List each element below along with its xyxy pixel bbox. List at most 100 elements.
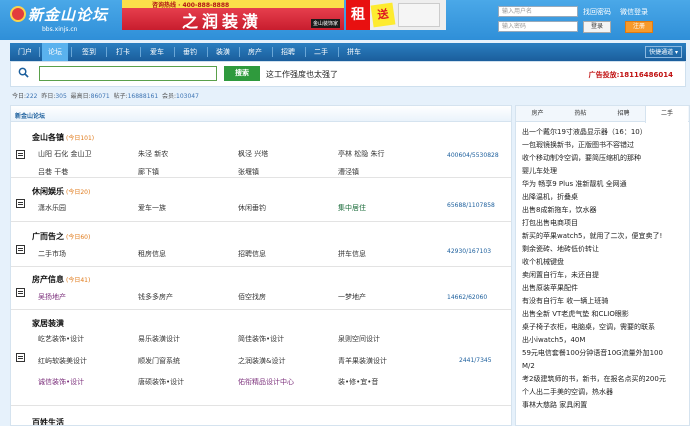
category-title[interactable]: 休闲娱乐 (今日20) <box>32 186 90 197</box>
category-title[interactable]: 家居装潢 <box>32 318 64 329</box>
nav-item-cars[interactable]: 爱车 <box>144 43 170 61</box>
subforum-link[interactable]: 唐硕装饰•设计 <box>138 377 184 387</box>
subforum-link[interactable]: 易乐装潢设计 <box>138 334 180 344</box>
banner-tag: 金山装饰家 <box>310 19 340 28</box>
subforum-link[interactable]: 一梦地产 <box>338 292 366 302</box>
nav-item-carpool[interactable]: 拼车 <box>341 43 367 61</box>
tab-jobs[interactable]: 招聘 <box>602 106 645 122</box>
subforum-link[interactable]: 装•修•宜•音 <box>338 377 378 387</box>
site-logo[interactable]: 新金山论坛 bbs.xinjs.cn <box>10 4 109 33</box>
side-list-item[interactable]: 华为 畅享9 Plus 准新靓机 全网通 <box>522 178 688 190</box>
search-input[interactable] <box>39 66 217 81</box>
side-list-item[interactable]: 59元电信套餐100分钟语音10G流量外加100 <box>522 347 688 359</box>
side-list-item[interactable]: 出一个戴尔19寸液晶显示器（16：10） <box>522 126 688 138</box>
side-list-item[interactable]: 收个机械键盘 <box>522 256 688 268</box>
side-panel: 房产 热帖 招聘 二手 出一个戴尔19寸液晶显示器（16：10） 一包瑕镜换新书… <box>515 105 690 426</box>
quick-nav-label: 快捷通道 <box>649 49 674 56</box>
subforum-link[interactable]: 亭林 松隐 朱行 <box>338 149 384 159</box>
subforum-link[interactable]: 钱多多房产 <box>138 292 173 302</box>
nav-item-realestate[interactable]: 房产 <box>242 43 268 61</box>
subforum-link[interactable]: 佰空找房 <box>238 292 266 302</box>
nav-item-decoration[interactable]: 装潢 <box>210 43 236 61</box>
side-list-item[interactable]: M/2 <box>522 360 688 372</box>
side-list-item[interactable]: 出小iwatch5，40M <box>522 334 688 346</box>
side-list-item[interactable]: 考2级建筑师的书，新书，在报名点买的200元 <box>522 373 688 385</box>
subforum-link[interactable]: 屹艺装饰•设计 <box>38 334 84 344</box>
header-ad-banner[interactable]: 咨询热线 · 400-888-8888 之润装潢 金山装饰家 <box>122 0 344 30</box>
nav-item-signin[interactable]: 签到 <box>76 43 102 61</box>
rental-ad-badge: 送 <box>370 2 396 28</box>
stat-members: 103047 <box>176 93 199 100</box>
side-list-item[interactable]: 婴儿车处理 <box>522 165 688 177</box>
subforum-link[interactable]: 漕泾镇 <box>338 167 359 177</box>
subforum-link[interactable]: 潇水乐园 <box>38 203 66 213</box>
rental-ad[interactable]: 租 送 <box>346 0 446 30</box>
tab-secondhand[interactable]: 二手 <box>645 106 688 123</box>
nav-item-jobs[interactable]: 招聘 <box>275 43 301 61</box>
side-list-item[interactable]: 桌子椅子衣柜，电脑桌，空调，需要的联系 <box>522 321 688 333</box>
side-list-item[interactable]: 个人出二手美的空调，热水器 <box>522 386 688 398</box>
nav-item-forum[interactable]: 论坛 <box>42 43 68 61</box>
category-title[interactable]: 金山各镇 (今日101) <box>32 132 94 143</box>
login-button[interactable]: 登录 <box>583 21 611 33</box>
forum-section-title[interactable]: 新金山论坛 <box>15 111 45 120</box>
tab-realestate[interactable]: 房产 <box>516 106 559 122</box>
subforum-link[interactable]: 枫泾 兴塔 <box>238 149 268 159</box>
side-list-item[interactable]: 剩余瓷砖、地砖低价转让 <box>522 243 688 255</box>
register-button[interactable]: 注册 <box>625 21 653 33</box>
wechat-login-link[interactable]: 微信登录 <box>620 7 648 17</box>
nav-item-portal[interactable]: 门户 <box>12 43 38 61</box>
subforum-link[interactable]: 之润装潢&设计 <box>238 356 285 366</box>
subforum-link[interactable]: 佑衔精品设计中心 <box>238 377 294 387</box>
subforum-link[interactable]: 红屿软装美设计 <box>38 356 87 366</box>
forum-category-row: 广而告之 (今日60) 二手市场 租房信息 招聘信息 拼车信息 42930/167… <box>11 223 511 267</box>
side-list-item[interactable]: 一包瑕镜换新书，正版图书不容错过 <box>522 139 688 151</box>
side-list-item[interactable]: 新买的苹果watch5，就用了二次，便宜卖了! <box>522 230 688 242</box>
logo-text: 新金山论坛 <box>28 6 109 24</box>
stat-members-label: 会员: <box>161 93 177 100</box>
subforum-link[interactable]: 泉则空间设计 <box>338 334 380 344</box>
subforum-link[interactable]: 山阳 石化 金山卫 <box>38 149 91 159</box>
subforum-link[interactable]: 拼车信息 <box>338 249 366 259</box>
subforum-link[interactable]: 招聘信息 <box>238 249 266 259</box>
quick-nav-dropdown[interactable]: 快捷通道 ▾ <box>645 46 682 58</box>
subforum-link[interactable]: 青羊果装潢设计 <box>338 356 387 366</box>
password-input[interactable]: 输入密码 <box>498 21 578 32</box>
subforum-link[interactable]: 休闲垂钓 <box>238 203 266 213</box>
side-list-item[interactable]: 收个移动制冷空调，要简压缩机的那种 <box>522 152 688 164</box>
side-list-item[interactable]: 出售全新 VT老虎气垫 和CLIO眼影 <box>522 308 688 320</box>
category-title[interactable]: 房产信息 (今日41) <box>32 274 90 285</box>
side-list-item[interactable]: 出售8成新拖车，饮水器 <box>522 204 688 216</box>
side-list-item[interactable]: 有没有自行车 收一辆上班骑 <box>522 295 688 307</box>
subforum-link[interactable]: 爱车一族 <box>138 203 166 213</box>
subforum-link[interactable]: 吕巷 干巷 <box>38 167 68 177</box>
subforum-link[interactable]: 简佳装饰•设计 <box>238 334 284 344</box>
search-button[interactable]: 搜索 <box>224 66 260 81</box>
side-list-item[interactable]: 打包出售电商项目 <box>522 217 688 229</box>
tab-hot[interactable]: 热帖 <box>559 106 602 122</box>
nav-item-fishing[interactable]: 垂钓 <box>177 43 203 61</box>
subforum-link[interactable]: 二手市场 <box>38 249 66 259</box>
nav-item-checkin[interactable]: 打卡 <box>110 43 136 61</box>
subforum-link[interactable]: 租房信息 <box>138 249 166 259</box>
nav-item-secondhand[interactable]: 二手 <box>308 43 334 61</box>
side-list-item[interactable]: 出降温机，折叠桌 <box>522 191 688 203</box>
username-input[interactable]: 输入用户名 <box>498 6 578 17</box>
category-title[interactable]: 广而告之 (今日60) <box>32 231 90 242</box>
stat-today: 222 <box>26 93 38 100</box>
subforum-link[interactable]: 诚信装饰•设计 <box>38 377 84 387</box>
side-list-item[interactable]: 卖闲置自行车，未还自提 <box>522 269 688 281</box>
subforum-link[interactable]: 吴扬地产 <box>38 292 66 302</box>
side-list-item[interactable]: 事林大慈路 家具闲置 <box>522 399 688 411</box>
subforum-link[interactable]: 顺发门窗系统 <box>138 356 180 366</box>
forum-icon <box>16 288 25 297</box>
category-title[interactable]: 百姓生活 <box>32 417 64 425</box>
subforum-link[interactable]: 集中居住 <box>338 203 366 213</box>
subforum-link[interactable]: 廊下镇 <box>138 167 159 177</box>
subforum-link[interactable]: 张堰镇 <box>238 167 259 177</box>
forum-icon <box>16 199 25 208</box>
forgot-password-link[interactable]: 找回密码 <box>583 7 611 17</box>
subforum-link[interactable]: 朱泾 新农 <box>138 149 168 159</box>
forum-list: 新金山论坛 金山各镇 (今日101) 山阳 石化 金山卫 朱泾 新农 枫泾 兴塔 … <box>10 105 512 426</box>
side-list-item[interactable]: 出售原装苹果配件 <box>522 282 688 294</box>
